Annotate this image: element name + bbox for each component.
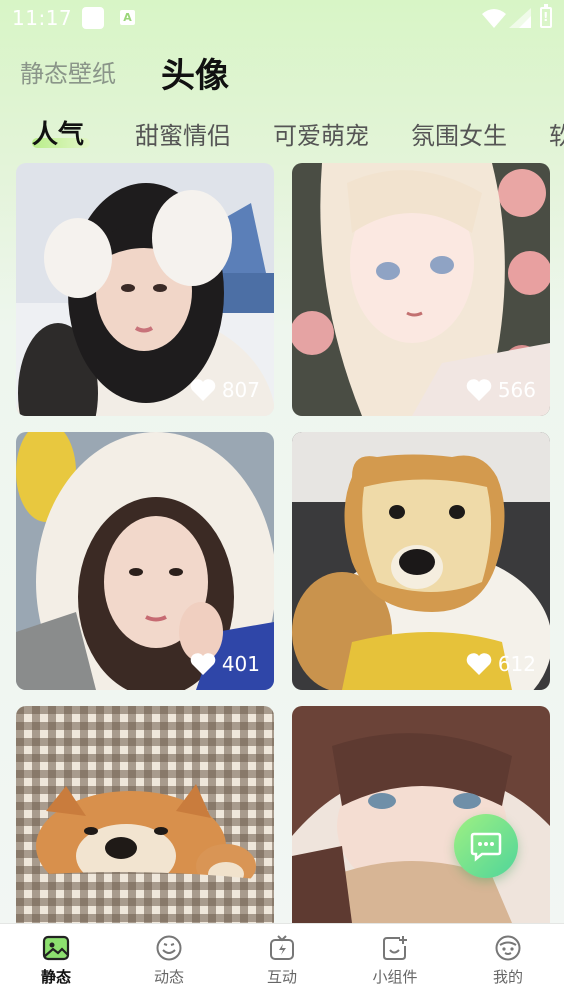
widget-add-icon [383, 936, 407, 960]
heart-icon[interactable] [190, 652, 216, 676]
likes-count: 612 [497, 652, 536, 676]
avatar-card[interactable]: 566 [292, 163, 550, 416]
heart-icon[interactable] [466, 652, 492, 676]
category-tabs: 人气 甜蜜情侣 可爱萌宠 氛围女生 软 [0, 108, 564, 154]
status-bar: 11:17 A [0, 0, 564, 36]
avatar-image-anime-boy [292, 706, 550, 923]
avatar-card[interactable] [292, 706, 550, 923]
battery-icon [540, 4, 552, 28]
picture-icon [42, 935, 70, 961]
category-tab-soft[interactable]: 软 [549, 116, 564, 151]
likes-badge: 566 [466, 378, 536, 402]
wifi-icon [482, 9, 506, 28]
smile-icon [156, 935, 182, 961]
avatar-card[interactable]: 807 [16, 163, 274, 416]
chat-bubble-icon [470, 832, 502, 862]
likes-count: 401 [221, 652, 260, 676]
nav-label: 我的 [492, 968, 523, 986]
face-icon [495, 935, 521, 961]
likes-badge: 612 [466, 652, 536, 676]
nav-mine[interactable]: 我的 [473, 934, 543, 987]
status-time: 11:17 [12, 6, 73, 30]
chat-fab-button[interactable] [454, 814, 518, 878]
category-tab-popular[interactable]: 人气 [32, 114, 84, 151]
avatar-card[interactable]: 612 [292, 432, 550, 690]
category-tab-atmosphere-girl[interactable]: 氛围女生 [411, 116, 507, 151]
likes-badge: 807 [190, 378, 260, 402]
likes-badge: 401 [190, 652, 260, 676]
heart-icon[interactable] [190, 378, 216, 402]
heart-icon[interactable] [466, 378, 492, 402]
avatar-card[interactable] [16, 706, 274, 923]
font-a-icon: A [120, 10, 135, 25]
nav-interaction[interactable]: 互动 [247, 934, 317, 987]
nav-static[interactable]: 静态 [21, 934, 91, 987]
likes-count: 566 [497, 378, 536, 402]
category-tab-couple[interactable]: 甜蜜情侣 [135, 116, 231, 151]
tab-avatar[interactable]: 头像 [161, 48, 229, 97]
bottom-nav: 静态 动态 互动 小组件 我的 [0, 923, 564, 1002]
likes-count: 807 [221, 378, 260, 402]
category-tab-cute-pets[interactable]: 可爱萌宠 [273, 116, 369, 151]
nav-label: 动态 [153, 968, 184, 986]
nav-widgets[interactable]: 小组件 [360, 934, 430, 987]
nav-dynamic[interactable]: 动态 [134, 934, 204, 987]
nav-label: 小组件 [372, 968, 418, 986]
notification-square-icon [82, 7, 104, 29]
signal-icon [509, 8, 531, 28]
tab-static-wallpaper[interactable]: 静态壁纸 [20, 54, 116, 89]
avatar-card[interactable]: 401 [16, 432, 274, 690]
nav-label: 互动 [266, 968, 297, 986]
tv-lightning-icon [270, 935, 294, 960]
nav-label: 静态 [40, 968, 71, 986]
avatar-image-shiba-dogs [16, 706, 274, 923]
